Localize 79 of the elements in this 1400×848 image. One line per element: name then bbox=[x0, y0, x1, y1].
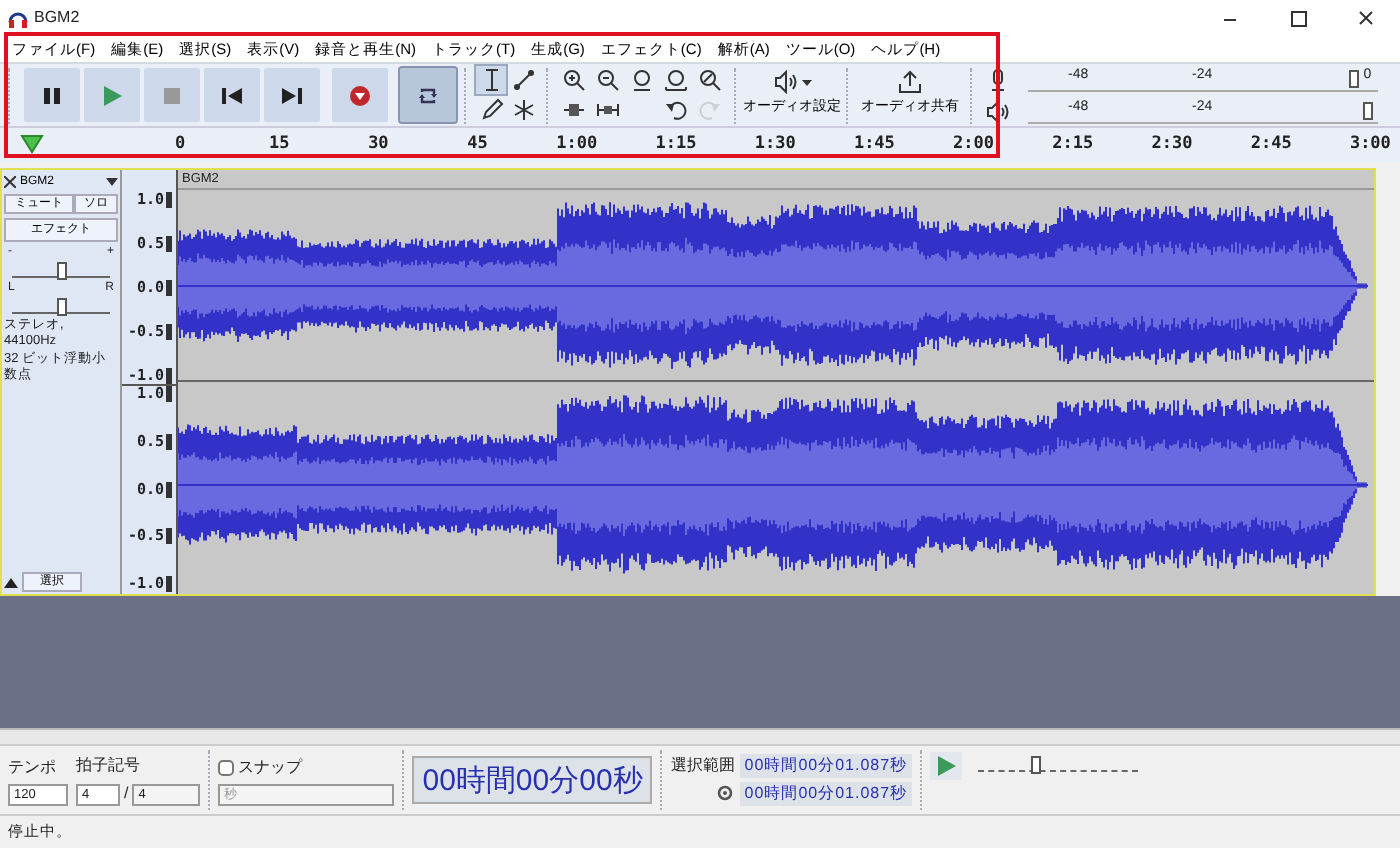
pan-slider-thumb[interactable] bbox=[56, 298, 66, 316]
close-icon bbox=[1356, 9, 1376, 27]
play-icon bbox=[933, 754, 958, 778]
pan-slider[interactable] bbox=[12, 298, 110, 314]
tool-button[interactable] bbox=[508, 66, 538, 94]
zoom-in-icon bbox=[561, 68, 585, 92]
stop-icon bbox=[160, 83, 184, 107]
selection-end-display[interactable]: 00時間00分01.087秒 bbox=[740, 782, 912, 806]
pause-button[interactable] bbox=[24, 68, 80, 122]
time-signature-label: 拍子記号 bbox=[76, 754, 142, 778]
zoom-out-icon bbox=[595, 68, 619, 92]
edit-button[interactable] bbox=[660, 66, 690, 94]
tool-button[interactable] bbox=[476, 66, 506, 94]
ruler-label: 2:30 bbox=[1151, 132, 1193, 158]
trim-icon bbox=[561, 98, 585, 122]
ruler-label: 1:30 bbox=[754, 132, 796, 158]
settings-icon bbox=[716, 784, 735, 803]
gain-slider-thumb[interactable] bbox=[56, 262, 66, 280]
ruler-label: 3:00 bbox=[1349, 132, 1391, 158]
ruler-label: 2:00 bbox=[953, 132, 995, 158]
fit-selection-icon bbox=[629, 68, 653, 92]
undo-icon bbox=[663, 98, 687, 122]
ruler-label: 0 bbox=[174, 132, 186, 158]
dropdown-arrow-icon bbox=[106, 177, 118, 185]
maximize-icon bbox=[1288, 9, 1308, 27]
time-signature-slash: / bbox=[124, 782, 129, 806]
gain-slider[interactable] bbox=[12, 262, 110, 278]
ruler-label: 1:15 bbox=[655, 132, 697, 158]
zoom-toggle-icon bbox=[697, 68, 721, 92]
snap-checkbox[interactable] bbox=[218, 759, 235, 775]
edit-button[interactable] bbox=[558, 66, 588, 94]
window-title: BGM2 bbox=[34, 6, 80, 30]
ruler-label: 15 bbox=[268, 132, 290, 158]
record-icon bbox=[348, 83, 372, 107]
volume-slider-thumb[interactable] bbox=[1348, 69, 1359, 87]
playback-speed-thumb[interactable] bbox=[1031, 756, 1042, 774]
loop-icon bbox=[416, 83, 440, 107]
record-button[interactable] bbox=[332, 68, 388, 122]
app-logo-icon bbox=[8, 8, 28, 28]
ruler-label: 2:15 bbox=[1052, 132, 1094, 158]
skip-to-end-button[interactable] bbox=[264, 68, 320, 122]
upload-icon bbox=[898, 70, 922, 95]
pause-icon bbox=[40, 83, 64, 107]
snap-label: スナップ bbox=[238, 755, 303, 779]
edit-button[interactable] bbox=[660, 96, 690, 124]
playback-meter-button[interactable] bbox=[982, 97, 1012, 125]
tempo-label: テンポ bbox=[8, 755, 58, 779]
ruler-label: 30 bbox=[368, 132, 389, 158]
ruler-label: 2:45 bbox=[1250, 132, 1292, 158]
asterisk-icon bbox=[511, 98, 535, 122]
volume-slider-thumb[interactable] bbox=[1362, 101, 1373, 119]
time-display[interactable]: 00時間00分00秒 bbox=[412, 756, 653, 804]
ruler-label: 45 bbox=[467, 132, 488, 158]
horizontal-scrollbar[interactable] bbox=[0, 728, 1400, 744]
speaker-icon bbox=[985, 99, 1009, 123]
speaker-icon bbox=[773, 70, 797, 95]
collapse-arrow-icon bbox=[4, 577, 18, 587]
edit-button[interactable] bbox=[694, 66, 724, 94]
silence-icon bbox=[595, 98, 619, 122]
ruler-label: 1:45 bbox=[853, 132, 895, 158]
skip-to-start-button[interactable] bbox=[204, 68, 260, 122]
play-icon bbox=[100, 83, 124, 107]
skip-to-start-icon bbox=[220, 83, 244, 107]
loop-button[interactable] bbox=[400, 68, 456, 122]
playhead-triangle-icon bbox=[20, 134, 44, 154]
ruler-label: 1:00 bbox=[556, 132, 598, 158]
redo-icon bbox=[697, 98, 721, 122]
selection-start-display[interactable]: 00時間00分01.087秒 bbox=[740, 754, 912, 778]
tool-button[interactable] bbox=[476, 96, 506, 124]
selection-label: 選択範囲 bbox=[670, 754, 735, 778]
close-icon bbox=[4, 175, 16, 187]
skip-to-end-icon bbox=[280, 83, 304, 107]
edit-button[interactable] bbox=[592, 66, 622, 94]
play-at-speed-button[interactable] bbox=[929, 752, 962, 780]
pencil-icon bbox=[479, 98, 503, 122]
caret-icon bbox=[801, 77, 811, 88]
fit-project-icon bbox=[663, 68, 687, 92]
playback-speed-slider[interactable] bbox=[977, 756, 1138, 772]
envelope-tool-icon bbox=[511, 68, 535, 92]
